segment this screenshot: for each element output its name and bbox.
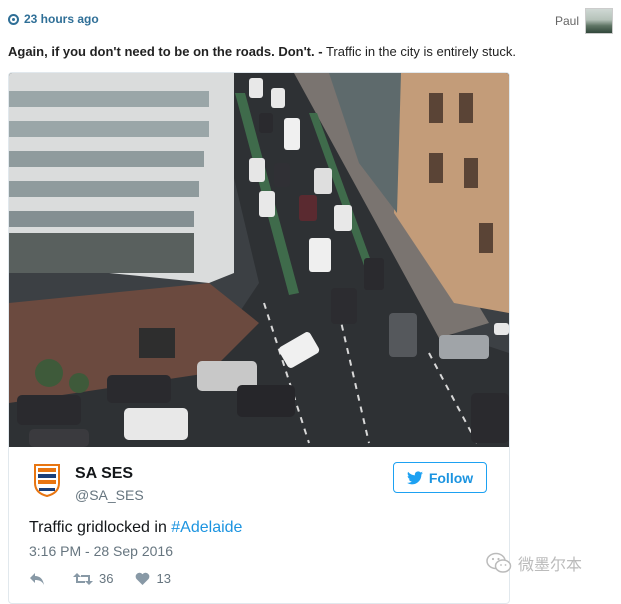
follow-button[interactable]: Follow xyxy=(393,462,487,493)
wechat-icon xyxy=(486,552,512,573)
tweet-photo[interactable] xyxy=(9,73,509,447)
tweet-text: Traffic gridlocked in #Adelaide xyxy=(29,519,242,537)
watermark: 微墨尔本 xyxy=(486,551,582,575)
post-header: 23 hours ago Paul xyxy=(8,8,613,34)
hashtag-link[interactable]: #Adelaide xyxy=(171,519,242,536)
account-name[interactable]: SA SES xyxy=(75,465,133,483)
reply-icon xyxy=(30,572,44,585)
traffic-photo-image xyxy=(9,73,509,447)
retweet-button[interactable]: 36 xyxy=(73,571,113,586)
retweet-count: 36 xyxy=(99,571,114,586)
headline-bold: Again, if you don't need to be on the ro… xyxy=(8,44,323,59)
tweet-actions: 36 13 xyxy=(29,571,193,586)
reply-button[interactable] xyxy=(29,572,51,586)
post-headline: Again, if you don't need to be on the ro… xyxy=(8,44,516,59)
avatar[interactable] xyxy=(585,8,613,34)
embedded-tweet: SA SES @SA_SES Follow Traffic gridlocked… xyxy=(8,72,510,604)
headline-rest: Traffic in the city is entirely stuck. xyxy=(322,44,516,59)
time-label: 23 hours ago xyxy=(24,12,99,26)
watermark-text: 微墨尔本 xyxy=(518,557,583,574)
follow-label: Follow xyxy=(428,469,474,486)
like-count: 13 xyxy=(156,571,171,586)
clock-dot-icon xyxy=(8,13,19,25)
heart-icon xyxy=(136,572,150,585)
tweet-text-prefix: Traffic gridlocked in xyxy=(29,519,172,536)
retweet-icon xyxy=(73,572,93,585)
account-handle[interactable]: @SA_SES xyxy=(75,487,144,503)
sa-ses-logo-icon[interactable] xyxy=(33,463,61,497)
tweet-timestamp[interactable]: 3:16 PM - 28 Sep 2016 xyxy=(29,543,173,559)
post-author[interactable]: Paul xyxy=(555,8,613,34)
like-button[interactable]: 13 xyxy=(135,571,171,586)
user-name: Paul xyxy=(554,14,579,28)
post-timestamp[interactable]: 23 hours ago xyxy=(8,12,99,26)
twitter-bird-icon xyxy=(406,470,423,484)
